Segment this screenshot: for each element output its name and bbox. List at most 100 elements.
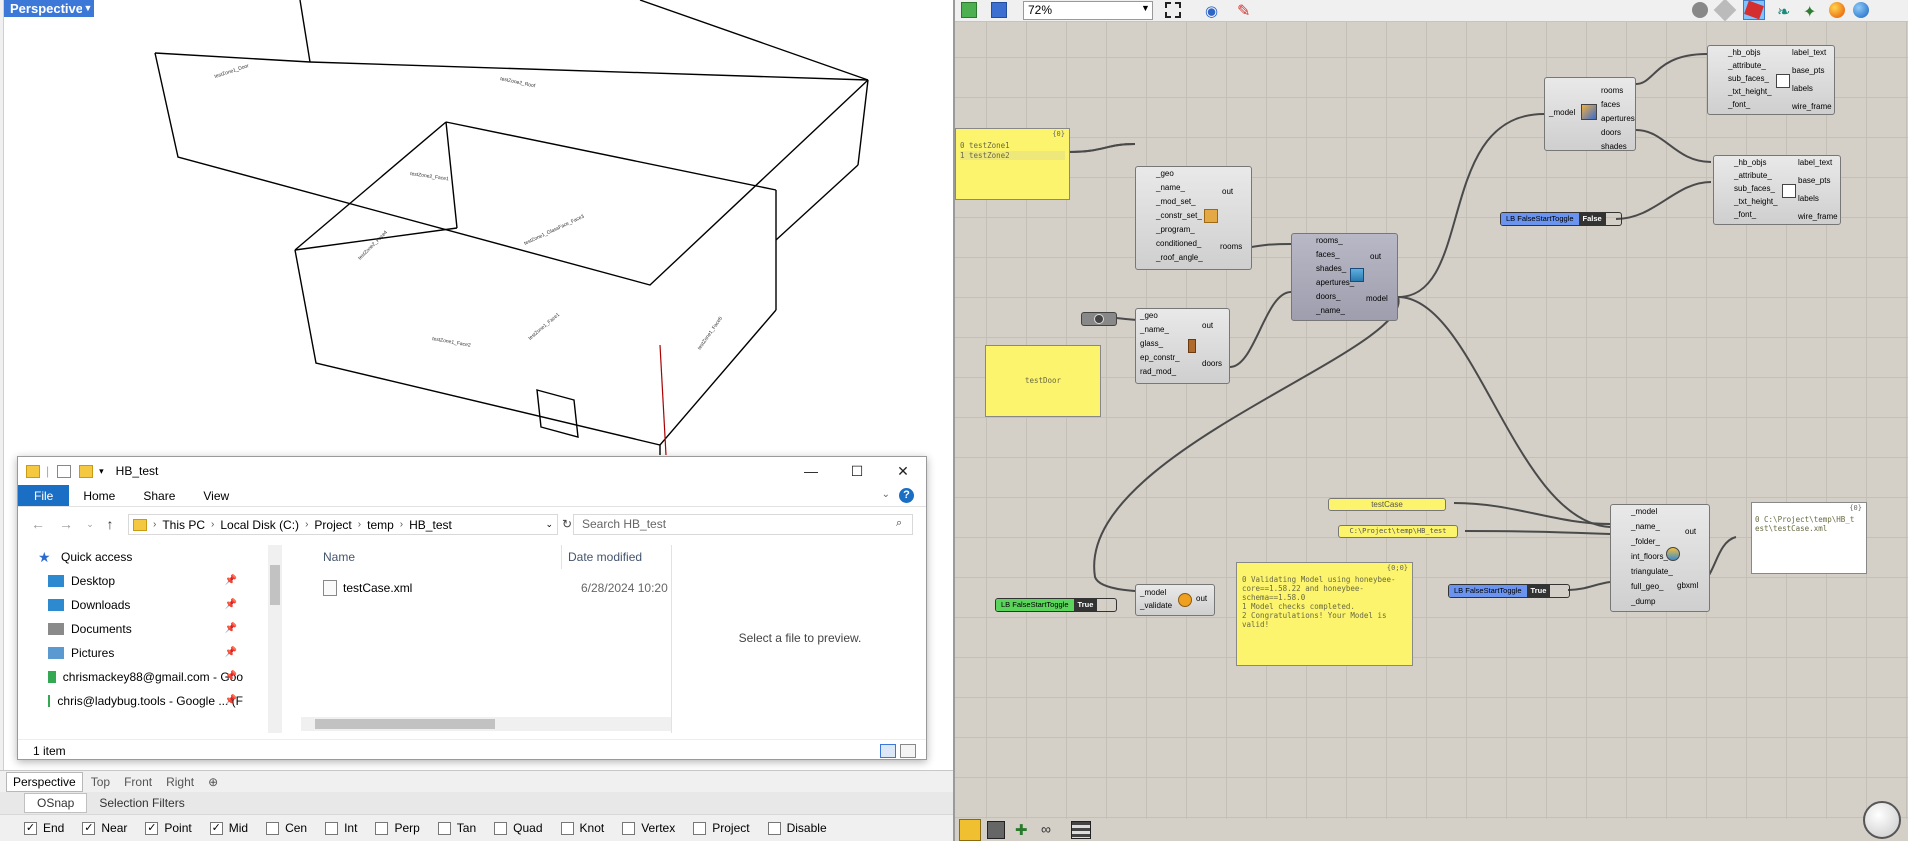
pin-icon[interactable]: 📌 [225,671,237,682]
snap-checkbox[interactable]: ✓ [82,821,96,835]
phone-icon[interactable] [987,821,1005,839]
output-port[interactable]: model [1366,294,1388,303]
pin-icon[interactable]: 📌 [225,599,237,610]
input-port[interactable]: _model [1549,108,1575,117]
input-port[interactable]: rooms_ [1316,236,1343,245]
output-port[interactable]: gbxml [1677,581,1698,590]
input-port[interactable]: _hb_objs [1734,158,1766,167]
expand-ribbon-icon[interactable]: ⌄ [882,489,890,500]
input-port[interactable]: shades_ [1316,264,1346,273]
snap-end[interactable]: ✓ End [24,821,64,835]
output-port[interactable]: label_text [1798,158,1832,167]
save-icon[interactable] [991,2,1007,18]
input-port[interactable]: _txt_height_ [1734,197,1778,206]
list-icon[interactable] [1071,821,1091,839]
folder-parameter[interactable]: C:\Project\temp\HB_test [1338,525,1458,538]
nav-item[interactable]: Pictures 📌 [18,641,243,665]
false-start-toggle[interactable]: LB FalseStartToggle False [1500,212,1622,226]
snap-cen[interactable]: Cen [266,821,307,835]
snap-checkbox[interactable]: ✓ [209,821,223,835]
details-view-icon[interactable] [880,744,896,758]
input-port[interactable]: faces_ [1316,250,1340,259]
output-port[interactable]: faces [1601,100,1620,109]
help-icon[interactable]: ? [899,488,914,503]
input-port[interactable]: _roof_angle_ [1156,253,1203,262]
snap-checkbox[interactable]: ✓ [24,821,37,835]
tab-right[interactable]: Right [160,773,200,791]
input-port[interactable]: ep_constr_ [1140,353,1180,362]
tab-top[interactable]: Top [85,773,116,791]
snap-checkbox[interactable] [266,821,280,835]
eraser-icon[interactable] [1713,0,1737,22]
forward-icon[interactable]: → [56,515,76,533]
name-parameter[interactable]: testCase [1328,498,1446,511]
toggle-value[interactable]: True [1073,599,1098,611]
toggle-value[interactable]: False [1578,213,1606,225]
sketch-icon[interactable]: ✎ [1237,1,1250,21]
validation-report-panel[interactable]: {0;0} 0 Validating Model using honeybee-… [1236,562,1413,666]
qa-dropdown-icon[interactable]: ▾ [99,466,104,477]
output-port[interactable]: base_pts [1792,66,1824,75]
address-bar[interactable]: › This PC › Local Disk (C:) › Project › … [128,514,558,535]
address-dropdown-icon[interactable]: ⌄ [545,519,553,530]
snap-checkbox[interactable] [693,821,707,835]
validate-toggle[interactable]: LB FalseStartToggle True [995,598,1117,612]
nav-item[interactable]: chris@ladybug.tools - Google ... (F 📌 [18,689,243,713]
input-port[interactable]: _constr_set_ [1156,211,1202,220]
snap-project[interactable]: Project [693,821,750,835]
up-icon[interactable]: ↑ [100,515,120,533]
hb-model-to-gbxml-component[interactable]: _model _name_ _folder_ int_floors_ triangula… [1610,504,1710,612]
input-port[interactable]: _mod_set_ [1156,197,1196,206]
breadcrumb-item[interactable]: Local Disk (C:) [220,518,299,532]
output-port[interactable]: base_pts [1798,176,1830,185]
energy-icon[interactable] [1829,2,1845,18]
output-port[interactable]: out [1685,527,1696,536]
pin-icon[interactable]: 📌 [225,623,237,634]
open-file-icon[interactable] [961,2,977,18]
snap-checkbox[interactable] [560,821,574,835]
snap-checkbox[interactable] [375,821,389,835]
snap-disable[interactable]: Disable [767,821,827,835]
viewport-menu-icon[interactable]: ▼ [82,0,94,17]
output-port[interactable]: labels [1792,84,1813,93]
snap-mid[interactable]: ✓ Mid [209,821,248,835]
output-port[interactable]: doors [1202,359,1222,368]
pin-icon[interactable]: 📌 [225,647,237,658]
properties-icon[interactable] [57,464,72,478]
hb-door-component[interactable]: _geo _name_ glass_ ep_constr_ rad_mod_ out d… [1135,308,1230,384]
input-port[interactable]: sub_faces_ [1728,74,1769,83]
zoom-extents-icon[interactable] [1165,2,1181,18]
back-icon[interactable]: ← [28,515,48,533]
navigation-wheel-icon[interactable] [1863,801,1901,839]
breadcrumb-item[interactable]: HB_test [409,518,452,532]
input-port[interactable]: rad_mod_ [1140,367,1176,376]
toggle-value[interactable]: True [1526,585,1551,597]
input-port[interactable]: _folder_ [1631,537,1660,546]
input-port[interactable]: _geo [1156,169,1174,178]
input-port[interactable]: _attribute_ [1728,61,1766,70]
pin-icon[interactable]: 📌 [225,575,237,586]
input-port[interactable]: _name_ [1316,306,1345,315]
close-button[interactable]: ✕ [880,457,926,485]
large-icons-view-icon[interactable] [900,744,916,758]
input-port[interactable]: full_geo_ [1631,582,1663,591]
zones-panel[interactable]: {0} 0 testZone1 1 testZone2 [955,128,1070,200]
dump-toggle[interactable]: LB FalseStartToggle True [1448,584,1570,598]
nav-item[interactable]: Downloads 📌 [18,593,243,617]
nav-item[interactable]: ★ Quick access [18,545,243,569]
hb-label-component[interactable]: _hb_objs _attribute_ sub_faces_ _txt_height… [1713,155,1841,225]
input-port[interactable]: _hb_objs [1728,48,1760,57]
output-port[interactable]: shades [1601,142,1627,151]
input-port[interactable]: _model [1140,588,1166,597]
tab-share[interactable]: Share [129,485,189,506]
snap-int[interactable]: Int [325,821,357,835]
glasses-icon[interactable]: ∞ [1041,821,1051,837]
tab-view[interactable]: View [189,485,243,506]
output-port[interactable]: out [1202,321,1213,330]
preview-toggle[interactable] [1081,312,1117,326]
input-port[interactable]: apertures_ [1316,278,1354,287]
zoom-select[interactable]: 72% [1023,1,1153,20]
output-port[interactable]: wire_frame [1798,212,1838,221]
preview-mode-icon[interactable]: ◉ [1205,2,1218,20]
hb-deconstruct-model-component[interactable]: _model rooms faces apertures doors shades [1544,77,1636,151]
